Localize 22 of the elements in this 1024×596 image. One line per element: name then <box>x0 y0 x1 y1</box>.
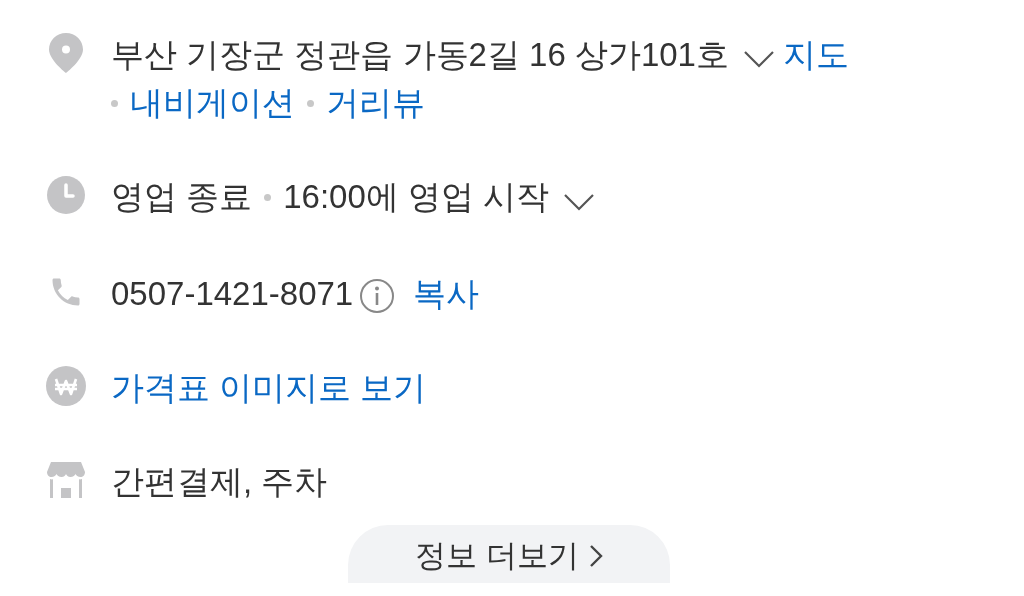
map-link[interactable]: 지도 <box>782 36 849 73</box>
separator-dot <box>111 100 118 108</box>
separator-dot <box>264 194 272 202</box>
navigation-link[interactable]: 내비게이션 <box>130 84 295 122</box>
address-text: 부산 기장군 정관읍 가동2길 16 상가101호 <box>111 36 729 73</box>
price-list-link[interactable]: 가격표 이미지로 보기 <box>111 368 427 406</box>
street-view-link[interactable]: 거리뷰 <box>326 84 425 122</box>
facilities-text: 간편결제, 주차 <box>111 462 328 500</box>
chevron-down-icon[interactable] <box>742 50 775 69</box>
business-status: 영업 종료 <box>111 178 253 216</box>
opening-time-text: 16:00에 영업 시작 <box>283 178 550 216</box>
separator-dot <box>307 100 314 108</box>
more-info-button[interactable]: 정보 더보기 <box>348 524 670 583</box>
info-icon[interactable] <box>359 277 396 314</box>
clock-icon <box>46 176 85 215</box>
won-icon <box>45 365 86 406</box>
copy-link[interactable]: 복사 <box>413 274 480 312</box>
location-pin-icon <box>48 33 83 73</box>
chevron-down-icon[interactable] <box>563 192 596 211</box>
store-icon <box>46 461 85 498</box>
chevron-right-icon <box>588 543 603 568</box>
phone-number: 0507-1421-8071 <box>111 274 354 312</box>
